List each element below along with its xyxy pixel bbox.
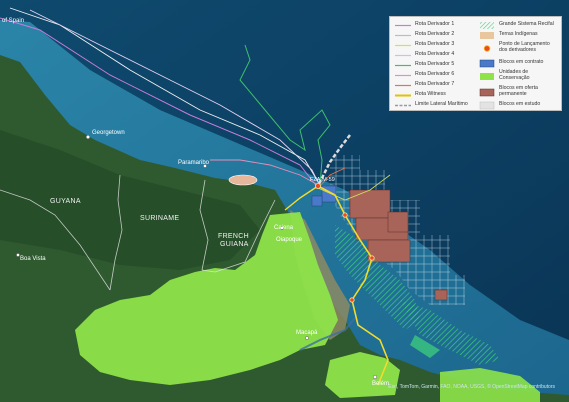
fill-swatch-icon xyxy=(478,59,496,68)
legend-item-rota5: Rota Derivador 5 xyxy=(394,60,454,70)
line-swatch-icon xyxy=(394,51,412,60)
place-belem: Belém xyxy=(372,381,389,387)
legend-label: Rota Witness xyxy=(415,91,446,98)
legend-item-estudo: Blocos em estudo xyxy=(478,100,540,110)
legend-label: Rota Derivador 7 xyxy=(415,81,455,88)
legend-item-indigenas: Terras Indígenas xyxy=(478,30,538,40)
legend-label: Rota Derivador 2 xyxy=(415,31,455,38)
legend-label: Rota Derivador 4 xyxy=(415,51,455,58)
legend-label: Blocos em oferta permanente xyxy=(499,85,538,97)
legend-label: Ponto de Lançamento dos derivadores xyxy=(499,41,550,53)
legend-label: Grande Sistema Recifal xyxy=(499,21,554,28)
map-attribution: Esri, TomTom, Garmin, FAO, NOAA, USGS, ©… xyxy=(388,384,555,390)
legend-item-contrato: Blocos em contrato xyxy=(478,58,543,68)
legend-item-rota6: Rota Derivador 6 xyxy=(394,70,454,80)
legend-label: Limite Lateral Marítimo xyxy=(415,101,468,108)
country-suriname: SURINAME xyxy=(140,215,179,222)
map-legend: Rota Derivador 1 Rota Derivador 2 Rota D… xyxy=(389,16,562,111)
dashed-line-icon xyxy=(394,101,412,110)
line-swatch-icon xyxy=(394,31,412,40)
legend-item-recifal: Grande Sistema Recifal xyxy=(478,20,554,30)
map-view[interactable]: of Spain Georgetown Paramaribo Boa Vista… xyxy=(0,0,569,402)
legend-label: Blocos em estudo xyxy=(499,101,541,108)
legend-item-rota4: Rota Derivador 4 xyxy=(394,50,454,60)
place-georgetown: Georgetown xyxy=(92,130,125,136)
country-french-guiana-2: GUIANA xyxy=(220,241,249,248)
legend-item-conservacao: Unidades de Conservação xyxy=(478,69,551,83)
legend-label: Rota Derivador 5 xyxy=(415,61,455,68)
legend-item-witness: Rota Witness xyxy=(394,90,446,100)
place-macapa: Macapá xyxy=(296,330,318,336)
line-swatch-icon xyxy=(394,91,412,100)
legend-label: Unidades de Conservação xyxy=(499,69,530,81)
hatch-swatch-icon xyxy=(478,21,496,30)
country-guyana: GUYANA xyxy=(50,198,81,205)
fill-swatch-icon xyxy=(478,72,496,81)
line-swatch-icon xyxy=(394,81,412,90)
line-swatch-icon xyxy=(394,71,412,80)
legend-item-rota2: Rota Derivador 2 xyxy=(394,30,454,40)
place-paramaribo: Paramaribo xyxy=(178,160,210,166)
line-swatch-icon xyxy=(394,41,412,50)
place-caiena: Caiena xyxy=(274,225,294,231)
legend-item-rota3: Rota Derivador 3 xyxy=(394,40,454,50)
line-swatch-icon xyxy=(394,21,412,30)
fill-swatch-icon xyxy=(478,31,496,40)
country-french-guiana-1: FRENCH xyxy=(218,233,249,240)
place-boa-vista: Boa Vista xyxy=(20,256,46,262)
place-top-left: of Spain xyxy=(2,18,24,24)
point-marker-icon xyxy=(478,44,496,53)
fill-swatch-icon xyxy=(478,101,496,110)
legend-label: Blocos em contrato xyxy=(499,59,544,66)
legend-item-oferta: Blocos em oferta permanente xyxy=(478,85,551,99)
legend-label: Rota Derivador 1 xyxy=(415,21,455,28)
line-swatch-icon xyxy=(394,61,412,70)
legend-item-rota7: Rota Derivador 7 xyxy=(394,80,454,90)
legend-label: Rota Derivador 3 xyxy=(415,41,455,48)
place-oiapoque: Oiapoque xyxy=(276,237,303,243)
legend-label: Terras Indígenas xyxy=(499,31,538,38)
legend-item-ponto: Ponto de Lançamento dos derivadores xyxy=(478,41,555,55)
fill-swatch-icon xyxy=(478,88,496,97)
legend-item-limite: Limite Lateral Marítimo xyxy=(394,100,468,110)
legend-item-rota1: Rota Derivador 1 xyxy=(394,20,454,30)
marker-shape xyxy=(228,174,258,186)
place-fza-m-59: FZA-M-59 xyxy=(310,177,335,183)
legend-label: Rota Derivador 6 xyxy=(415,71,455,78)
